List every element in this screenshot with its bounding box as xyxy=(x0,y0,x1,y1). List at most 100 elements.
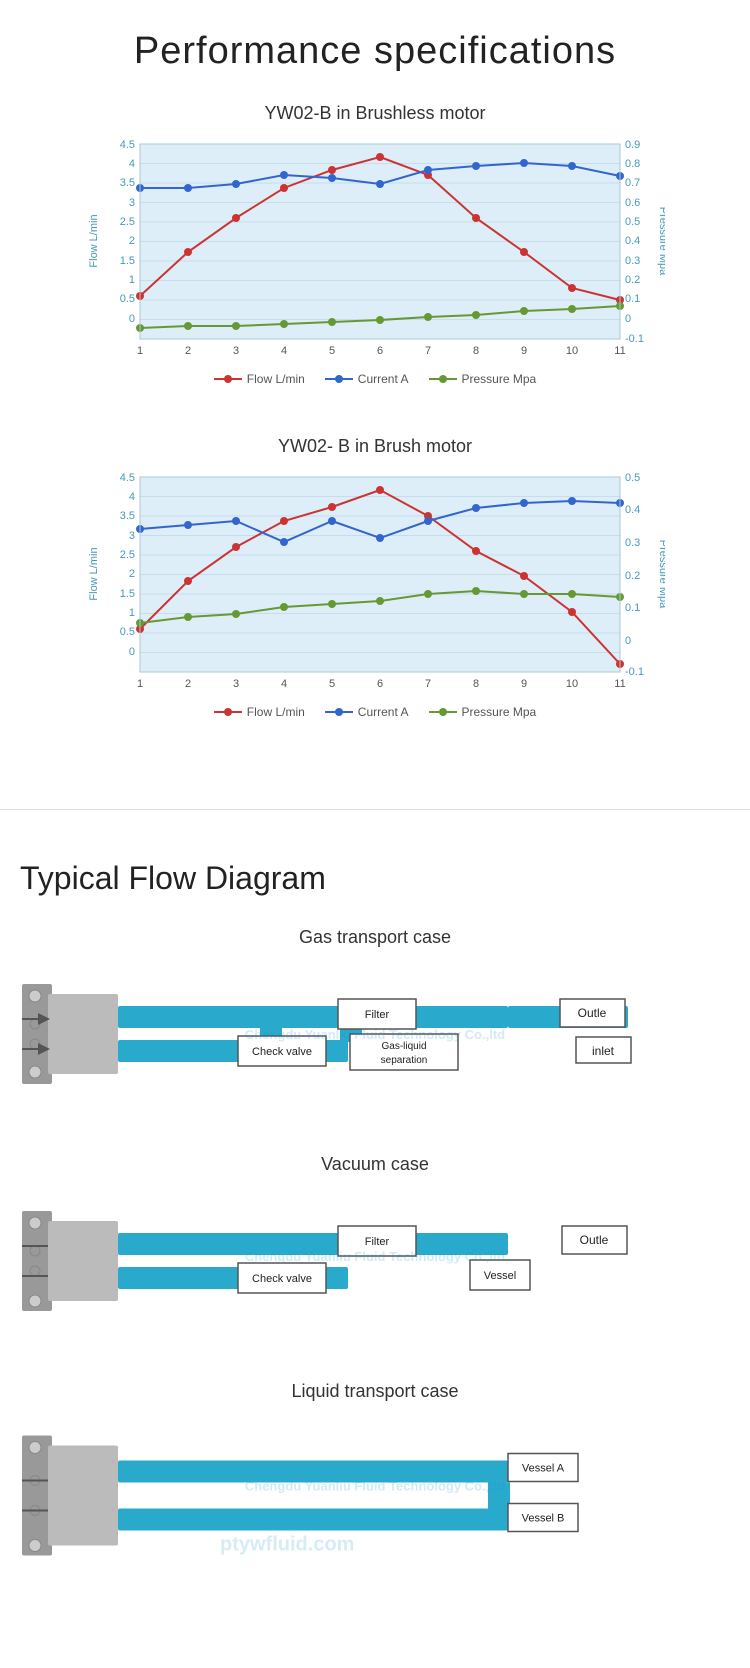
svg-text:2: 2 xyxy=(129,568,135,580)
svg-text:Check valve: Check valve xyxy=(252,1273,312,1285)
svg-text:0: 0 xyxy=(625,313,631,325)
svg-text:1: 1 xyxy=(129,607,135,619)
chart2-block: YW02- B in Brush motor xyxy=(20,436,730,719)
chart2-title: YW02- B in Brush motor xyxy=(20,436,730,457)
legend-pressure: Pressure Mpa xyxy=(429,372,537,386)
svg-text:5: 5 xyxy=(329,345,335,357)
svg-text:Vessel A: Vessel A xyxy=(522,1463,565,1475)
flow-main-title: Typical Flow Diagram xyxy=(20,860,730,897)
svg-text:3: 3 xyxy=(129,197,135,209)
svg-text:Pressure Mpa: Pressure Mpa xyxy=(657,207,665,276)
svg-text:10: 10 xyxy=(566,678,578,690)
svg-text:Chengdu Yuanliu Fluid Technolo: Chengdu Yuanliu Fluid Technology Co.,ltd xyxy=(245,1249,505,1264)
chart1-legend: Flow L/min Current A Pressure Mpa xyxy=(85,372,665,386)
svg-text:9: 9 xyxy=(521,678,527,690)
svg-text:3: 3 xyxy=(233,678,239,690)
legend2-flow: Flow L/min xyxy=(214,705,305,719)
svg-text:4: 4 xyxy=(129,491,135,503)
liquid-diagram-svg: Vessel A Vessel B ptywfluid.com Chengdu … xyxy=(20,1418,730,1578)
chart2-legend: Flow L/min Current A Pressure Mpa xyxy=(85,705,665,719)
svg-text:6: 6 xyxy=(377,678,383,690)
svg-text:7: 7 xyxy=(425,345,431,357)
svg-text:11: 11 xyxy=(614,345,625,357)
svg-text:1: 1 xyxy=(137,345,143,357)
svg-text:8: 8 xyxy=(473,678,479,690)
svg-text:5: 5 xyxy=(329,678,335,690)
legend-flow: Flow L/min xyxy=(214,372,305,386)
svg-text:Flow L/min: Flow L/min xyxy=(88,214,100,267)
svg-text:11: 11 xyxy=(614,678,625,690)
svg-text:10: 10 xyxy=(566,345,578,357)
gas-diagram: Check valve Filter Gas-liquid separation… xyxy=(20,964,730,1104)
svg-text:0: 0 xyxy=(129,646,135,658)
svg-text:0.1: 0.1 xyxy=(625,602,640,614)
svg-text:3: 3 xyxy=(129,530,135,542)
chart2-wrapper: 4.5 4 3.5 3 2.5 2 1.5 1 0.5 0 Flow L/min… xyxy=(85,467,665,719)
svg-text:Check valve: Check valve xyxy=(252,1046,312,1058)
svg-text:-0.1: -0.1 xyxy=(625,333,644,345)
svg-text:separation: separation xyxy=(381,1055,428,1066)
svg-text:Outle: Outle xyxy=(580,1233,609,1247)
svg-text:Filter: Filter xyxy=(365,1236,390,1248)
chart2-svg: 4.5 4 3.5 3 2.5 2 1.5 1 0.5 0 Flow L/min… xyxy=(85,467,665,697)
svg-text:0.4: 0.4 xyxy=(625,235,640,247)
svg-text:Gas-liquid: Gas-liquid xyxy=(381,1041,426,1052)
legend-current: Current A xyxy=(325,372,409,386)
svg-text:9: 9 xyxy=(521,345,527,357)
svg-text:0.5: 0.5 xyxy=(120,626,135,638)
flow-case-liquid-title: Liquid transport case xyxy=(20,1381,730,1402)
svg-text:2: 2 xyxy=(185,678,191,690)
svg-text:Vessel B: Vessel B xyxy=(522,1513,565,1525)
svg-text:Chengdu Yuanliu Fluid Technolo: Chengdu Yuanliu Fluid Technology Co.,ltd xyxy=(245,1479,505,1494)
svg-text:4: 4 xyxy=(281,678,287,690)
svg-text:4.5: 4.5 xyxy=(120,139,135,151)
svg-text:4: 4 xyxy=(129,158,135,170)
svg-text:ptywfluid.com: ptywfluid.com xyxy=(220,1534,354,1556)
svg-text:0.3: 0.3 xyxy=(625,537,640,549)
svg-text:0.7: 0.7 xyxy=(625,177,640,189)
gas-diagram-svg: Check valve Filter Gas-liquid separation… xyxy=(20,964,730,1104)
flow-case-gas-title: Gas transport case xyxy=(20,927,730,948)
svg-text:6: 6 xyxy=(377,345,383,357)
svg-text:8: 8 xyxy=(473,345,479,357)
svg-text:inlet: inlet xyxy=(592,1044,615,1058)
chart1-title: YW02-B in Brushless motor xyxy=(20,103,730,124)
svg-text:Filter: Filter xyxy=(365,1009,390,1021)
svg-text:3.5: 3.5 xyxy=(120,510,135,522)
svg-text:0.1: 0.1 xyxy=(625,293,640,305)
svg-text:0.5: 0.5 xyxy=(625,216,640,228)
svg-text:2.5: 2.5 xyxy=(120,216,135,228)
svg-text:2.5: 2.5 xyxy=(120,549,135,561)
svg-text:Vessel: Vessel xyxy=(484,1270,516,1282)
svg-text:0.3: 0.3 xyxy=(625,255,640,267)
svg-text:7: 7 xyxy=(425,678,431,690)
legend2-current: Current A xyxy=(325,705,409,719)
svg-text:2: 2 xyxy=(129,235,135,247)
svg-text:1: 1 xyxy=(129,274,135,286)
flow-case-liquid: Liquid transport case xyxy=(20,1381,730,1578)
svg-text:0.9: 0.9 xyxy=(625,139,640,151)
legend2-pressure: Pressure Mpa xyxy=(429,705,537,719)
svg-text:1.5: 1.5 xyxy=(120,255,135,267)
vacuum-diagram-svg: Check valve Filter Vessel Outle Chengdu … xyxy=(20,1191,730,1331)
section-divider xyxy=(0,809,750,810)
svg-text:Chengdu Yuanliu Fluid Technolo: Chengdu Yuanliu Fluid Technology Co.,ltd xyxy=(245,1027,505,1042)
svg-text:0.4: 0.4 xyxy=(625,504,640,516)
chart1-svg: 4.5 4 3.5 3 2.5 2 1.5 1 0.5 0 Flow L/min… xyxy=(85,134,665,364)
svg-text:0.6: 0.6 xyxy=(625,197,640,209)
svg-text:0.2: 0.2 xyxy=(625,570,640,582)
svg-text:0: 0 xyxy=(625,635,631,647)
page-title: Performance specifications xyxy=(20,30,730,73)
svg-text:Pressure Mpa: Pressure Mpa xyxy=(657,540,665,609)
svg-text:0.5: 0.5 xyxy=(625,472,640,484)
flow-case-gas: Gas transport case xyxy=(20,927,730,1104)
svg-text:Flow L/min: Flow L/min xyxy=(88,547,100,600)
flow-case-vacuum-title: Vacuum case xyxy=(20,1154,730,1175)
svg-text:0.2: 0.2 xyxy=(625,274,640,286)
svg-text:3.5: 3.5 xyxy=(120,177,135,189)
flow-section: Typical Flow Diagram Gas transport case xyxy=(0,850,750,1668)
vacuum-diagram: Check valve Filter Vessel Outle Chengdu … xyxy=(20,1191,730,1331)
svg-text:2: 2 xyxy=(185,345,191,357)
svg-text:Outle: Outle xyxy=(578,1006,607,1020)
svg-text:1.5: 1.5 xyxy=(120,588,135,600)
